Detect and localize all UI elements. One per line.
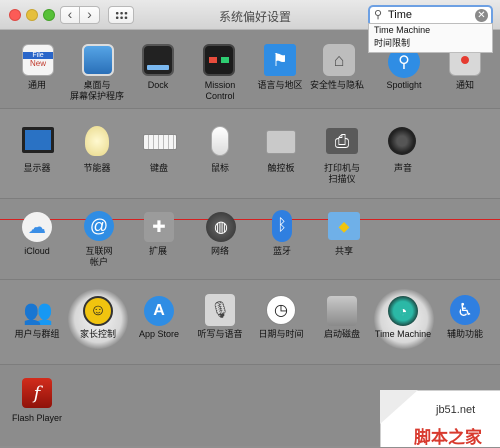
forward-button[interactable]: › bbox=[80, 6, 100, 24]
app-store-icon: A bbox=[144, 296, 174, 326]
red-guide-line bbox=[0, 219, 500, 220]
sharing-folder-icon: ◆ bbox=[328, 212, 360, 240]
flag-icon: ⚑ bbox=[264, 44, 296, 76]
mouse-icon bbox=[211, 126, 229, 156]
back-button[interactable]: ‹ bbox=[60, 6, 80, 24]
chevron-left-icon: ‹ bbox=[67, 6, 73, 22]
lightbulb-icon bbox=[85, 126, 109, 156]
search-icon: ⚲ bbox=[374, 9, 383, 21]
grid-icon bbox=[115, 11, 128, 20]
time-machine-icon: ◔ bbox=[388, 296, 418, 326]
users-icon: 👥 bbox=[23, 298, 53, 326]
watermark-fold bbox=[380, 390, 418, 424]
display-icon bbox=[22, 127, 54, 153]
chevron-right-icon: › bbox=[87, 6, 92, 22]
speaker-icon bbox=[388, 127, 416, 155]
show-all-button[interactable] bbox=[108, 6, 134, 24]
desktop-icon bbox=[82, 44, 114, 76]
clear-search-icon[interactable]: ✕ bbox=[475, 9, 488, 22]
at-sign-icon: @ bbox=[84, 211, 114, 241]
search-input[interactable]: Time bbox=[388, 9, 412, 21]
mission-control-icon bbox=[203, 44, 235, 76]
watermark-url: jb51.net bbox=[436, 404, 476, 416]
trackpad-icon bbox=[266, 130, 296, 154]
search-suggestions: Time Machine 时间限制 bbox=[368, 23, 493, 53]
minimize-window-button[interactable] bbox=[26, 9, 38, 21]
clock-calendar-icon: ◷ bbox=[266, 295, 296, 325]
zoom-window-button[interactable] bbox=[43, 9, 55, 21]
house-lock-icon: ⌂ bbox=[323, 44, 355, 76]
flash-icon: f bbox=[22, 378, 52, 408]
hard-disk-icon bbox=[327, 296, 357, 326]
close-window-button[interactable] bbox=[9, 9, 21, 21]
bluetooth-icon: ᛒ bbox=[272, 210, 292, 242]
keyboard-icon bbox=[143, 134, 177, 150]
accessibility-icon: ♿ bbox=[450, 295, 480, 325]
puzzle-icon: ✚ bbox=[144, 212, 174, 242]
file-new-icon: File New bbox=[22, 44, 54, 76]
cloud-icon: ☁ bbox=[22, 212, 52, 242]
globe-icon: ◍ bbox=[206, 212, 236, 242]
dock-icon bbox=[142, 44, 174, 76]
parental-controls-icon: ☺ bbox=[83, 296, 113, 326]
section-hardware bbox=[0, 109, 500, 199]
microphone-icon: 🎙 bbox=[205, 294, 235, 326]
watermark-name: 脚本之家 bbox=[414, 428, 482, 448]
suggestion-item[interactable]: Time Machine bbox=[369, 24, 492, 37]
printer-icon: ⎙ bbox=[326, 128, 358, 154]
window-title: 系统偏好设置 bbox=[218, 10, 291, 24]
suggestion-item[interactable]: 时间限制 bbox=[369, 37, 492, 50]
